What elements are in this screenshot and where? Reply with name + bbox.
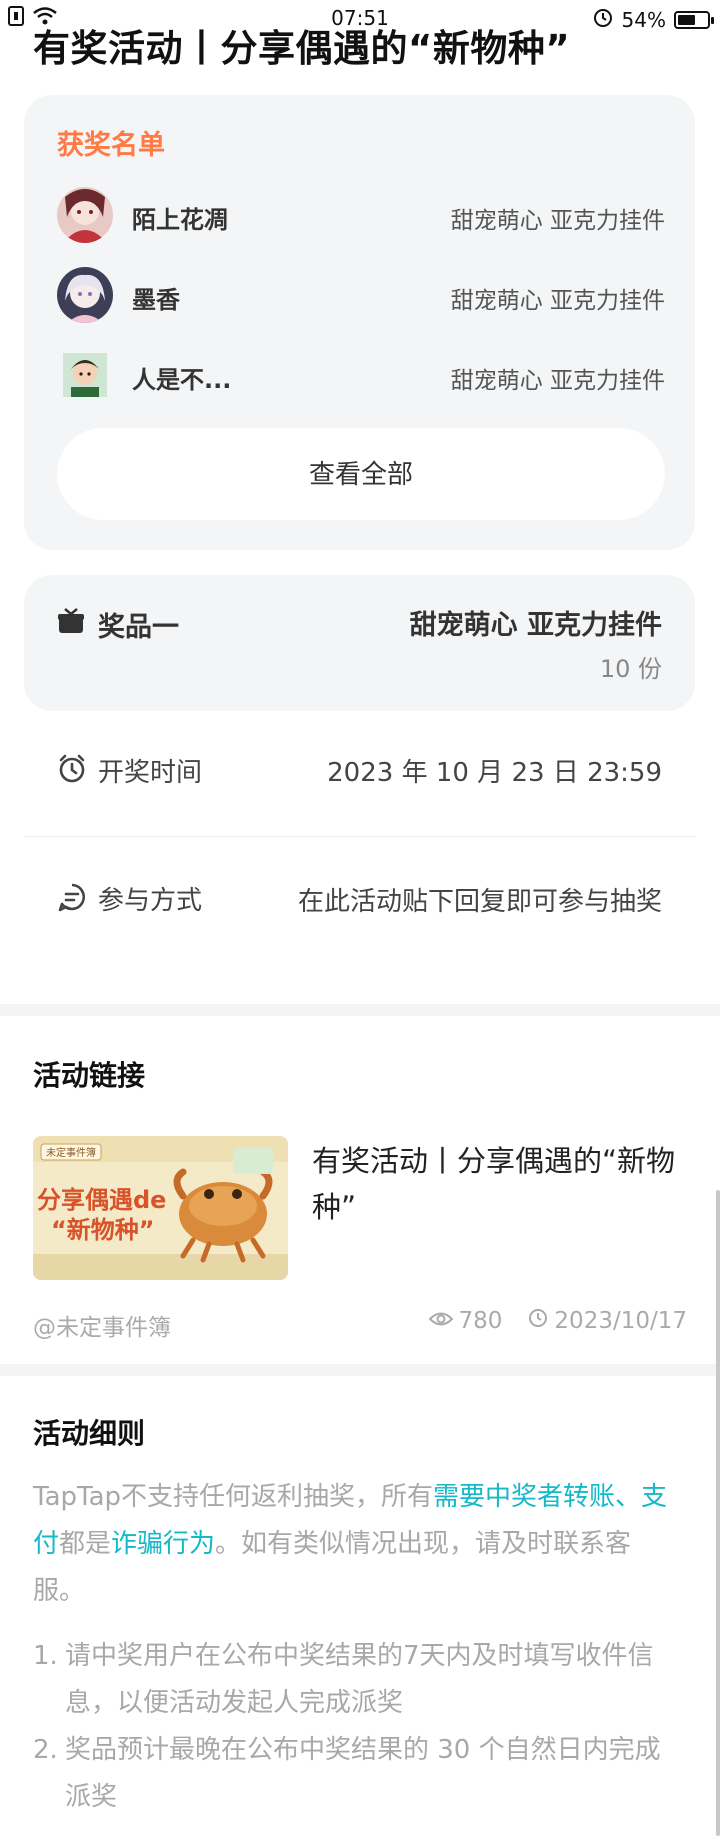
- message-icon: [57, 882, 87, 912]
- rules-intro: TapTap不支持任何返利抽奖，所有需要中奖者转账、支付都是诈骗行为。如有类似情…: [33, 1474, 683, 1615]
- clock-icon: [528, 1308, 548, 1334]
- view-all-button[interactable]: 查看全部: [57, 428, 665, 520]
- winners-card: 获奖名单 陌上花凋 甜宠萌心 亚克力挂件 墨香 甜宠萌心 亚克力挂件 人是不..…: [24, 95, 695, 550]
- prize-card: 奖品一 甜宠萌心 亚克力挂件 10 份: [24, 575, 695, 711]
- draw-time-row: 开奖时间 2023 年 10 月 23 日 23:59: [24, 748, 695, 808]
- winner-row[interactable]: 陌上花凋 甜宠萌心 亚克力挂件: [57, 187, 665, 247]
- participation-label: 参与方式: [98, 886, 203, 916]
- winner-row[interactable]: 墨香 甜宠萌心 亚克力挂件: [57, 267, 665, 327]
- views-count: 780: [458, 1308, 503, 1334]
- draw-time-label: 开奖时间: [98, 758, 203, 788]
- rules-highlight: 诈骗行为: [111, 1529, 216, 1559]
- alarm-icon: [592, 6, 614, 33]
- views-stat: 780: [428, 1308, 503, 1334]
- prize-name: 甜宠萌心 亚克力挂件: [409, 610, 662, 641]
- avatar[interactable]: [57, 187, 113, 243]
- activity-link-title: 活动链接: [33, 1059, 146, 1092]
- activity-meta: 780 2023/10/17: [428, 1308, 687, 1334]
- rule-item: 1. 请中奖用户在公布中奖结果的7天内及时填写收件信息，以便活动发起人完成派奖: [33, 1633, 683, 1727]
- divider: [24, 836, 695, 837]
- rule-text: 奖品预计最晚在公布中奖结果的 30 个自然日内完成派奖: [65, 1735, 661, 1812]
- svg-text:分享偶遇de: 分享偶遇de: [37, 1186, 166, 1214]
- scrollbar[interactable]: [716, 1190, 720, 1836]
- rule-text: 请中奖用户在公布中奖结果的7天内及时填写收件信息，以便活动发起人完成派奖: [65, 1641, 654, 1718]
- battery-percent: 54%: [621, 7, 666, 32]
- prize-label: 奖品一: [98, 612, 179, 643]
- svg-text:未定事件簿: 未定事件簿: [46, 1146, 96, 1159]
- svg-text:“新物种”: “新物种”: [51, 1216, 155, 1244]
- winners-heading: 获奖名单: [57, 130, 165, 161]
- rules-title: 活动细则: [33, 1417, 146, 1450]
- activity-link-text[interactable]: 有奖活动丨分享偶遇的“新物种”: [312, 1138, 682, 1230]
- winner-name: 墨香: [132, 286, 180, 314]
- eye-icon: [428, 1308, 453, 1334]
- avatar[interactable]: [57, 267, 113, 323]
- rules-list: 1. 请中奖用户在公布中奖结果的7天内及时填写收件信息，以便活动发起人完成派奖 …: [33, 1633, 683, 1821]
- participation-row: 参与方式 在此活动贴下回复即可参与抽奖: [24, 872, 695, 972]
- activity-author[interactable]: @未定事件簿: [33, 1308, 171, 1342]
- rules-intro-text: 都是: [59, 1529, 112, 1559]
- avatar[interactable]: [57, 347, 113, 403]
- alarm-clock-icon: [57, 754, 87, 784]
- activity-thumbnail[interactable]: 未定事件簿 分享偶遇de “新物种”: [33, 1136, 288, 1280]
- participation-value: 在此活动贴下回复即可参与抽奖: [297, 887, 662, 917]
- winner-name: 人是不...: [132, 366, 232, 394]
- rule-item: 2. 奖品预计最晚在公布中奖结果的 30 个自然日内完成派奖: [33, 1727, 683, 1821]
- gift-icon: [57, 607, 85, 635]
- date-stat: 2023/10/17: [528, 1308, 687, 1334]
- status-bar: 07:51 54%: [0, 0, 720, 36]
- winner-prize: 甜宠萌心 亚克力挂件: [450, 288, 665, 314]
- battery-icon: [674, 10, 714, 29]
- status-right: 54%: [592, 6, 714, 33]
- winner-prize: 甜宠萌心 亚克力挂件: [450, 208, 665, 234]
- winner-name: 陌上花凋: [132, 206, 228, 234]
- prize-quantity: 10 份: [599, 655, 662, 683]
- rule-number: 1.: [33, 1641, 58, 1671]
- draw-time-value: 2023 年 10 月 23 日 23:59: [327, 758, 662, 788]
- winner-prize: 甜宠萌心 亚克力挂件: [450, 368, 665, 394]
- section-separator: [0, 1364, 720, 1376]
- battery-level: [678, 14, 696, 25]
- post-date: 2023/10/17: [554, 1308, 687, 1334]
- winner-row[interactable]: 人是不... 甜宠萌心 亚克力挂件: [57, 347, 665, 407]
- section-separator: [0, 1004, 720, 1016]
- rules-intro-text: TapTap不支持任何返利抽奖，所有: [33, 1482, 434, 1512]
- rule-number: 2.: [33, 1735, 58, 1765]
